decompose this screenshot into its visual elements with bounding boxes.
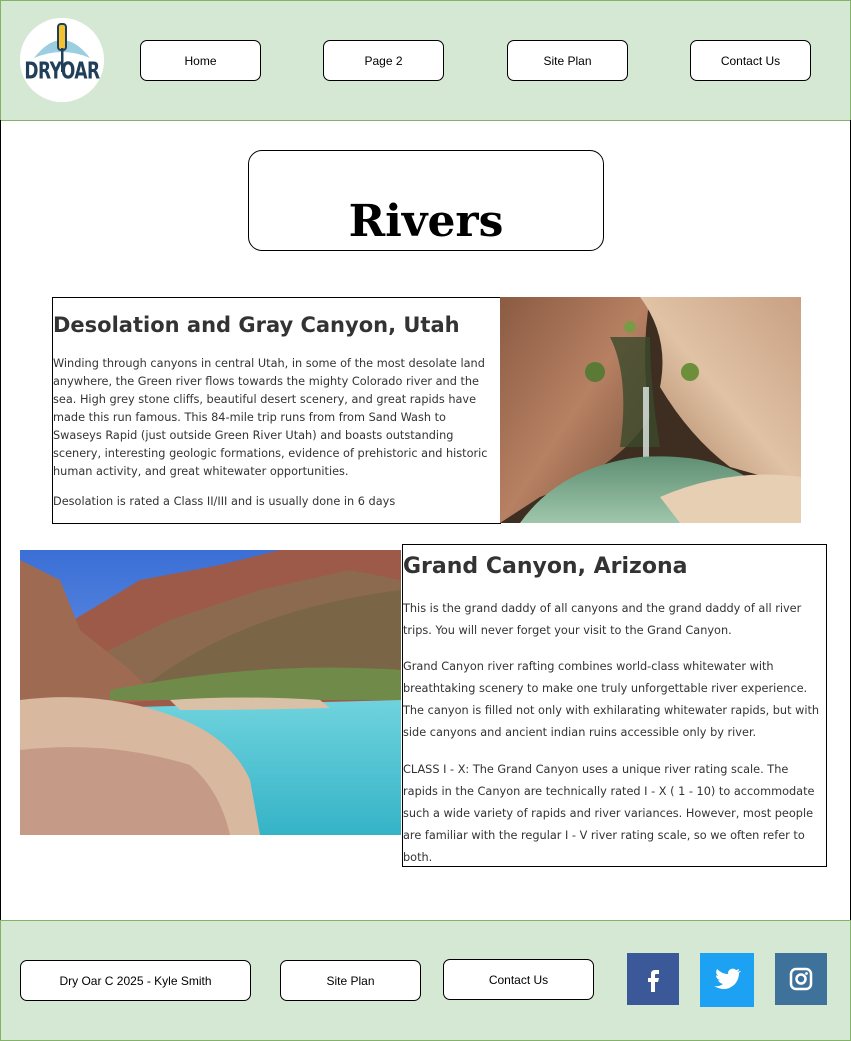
- section-paragraph: Grand Canyon river rafting combines worl…: [403, 660, 820, 739]
- section-paragraph: CLASS I - X: The Grand Canyon uses a uni…: [403, 763, 815, 864]
- facebook-icon: [648, 970, 659, 992]
- desolation-canyon-photo: [500, 297, 801, 523]
- footer-site-plan-button[interactable]: Site Plan: [280, 960, 421, 1001]
- grand-canyon-photo: [20, 550, 401, 835]
- copyright-box: Dry Oar C 2025 - Kyle Smith: [20, 960, 251, 1001]
- instagram-icon: [789, 967, 813, 991]
- section-paragraph: Winding through canyons in central Utah,…: [53, 357, 488, 478]
- facebook-link[interactable]: [627, 953, 679, 1005]
- section-heading: Desolation and Gray Canyon, Utah: [53, 313, 460, 337]
- nav-contact-button[interactable]: Contact Us: [690, 40, 811, 81]
- footer-contact-button[interactable]: Contact Us: [443, 959, 594, 1000]
- section-desolation-card: Desolation and Gray Canyon, Utah Winding…: [52, 297, 501, 524]
- section-heading: Grand Canyon, Arizona: [403, 554, 688, 579]
- page-title: Rivers: [348, 196, 504, 247]
- nav-page2-button[interactable]: Page 2: [323, 40, 444, 81]
- dry-oar-logo[interactable]: DRYOAR: [20, 18, 104, 102]
- twitter-link[interactable]: [700, 953, 754, 1007]
- page-title-box: Rivers: [248, 150, 604, 251]
- nav-site-plan-button[interactable]: Site Plan: [507, 40, 628, 81]
- svg-text:DRYOAR: DRYOAR: [24, 57, 100, 84]
- section-grand-canyon-card: Grand Canyon, Arizona This is the grand …: [402, 544, 827, 867]
- section-paragraph: This is the grand daddy of all canyons a…: [403, 602, 802, 637]
- instagram-link[interactable]: [775, 953, 827, 1005]
- section-paragraph: Desolation is rated a Class II/III and i…: [53, 495, 396, 508]
- nav-home-button[interactable]: Home: [140, 40, 261, 81]
- twitter-icon: [714, 968, 741, 990]
- logo-graphic: DRYOAR: [20, 18, 104, 102]
